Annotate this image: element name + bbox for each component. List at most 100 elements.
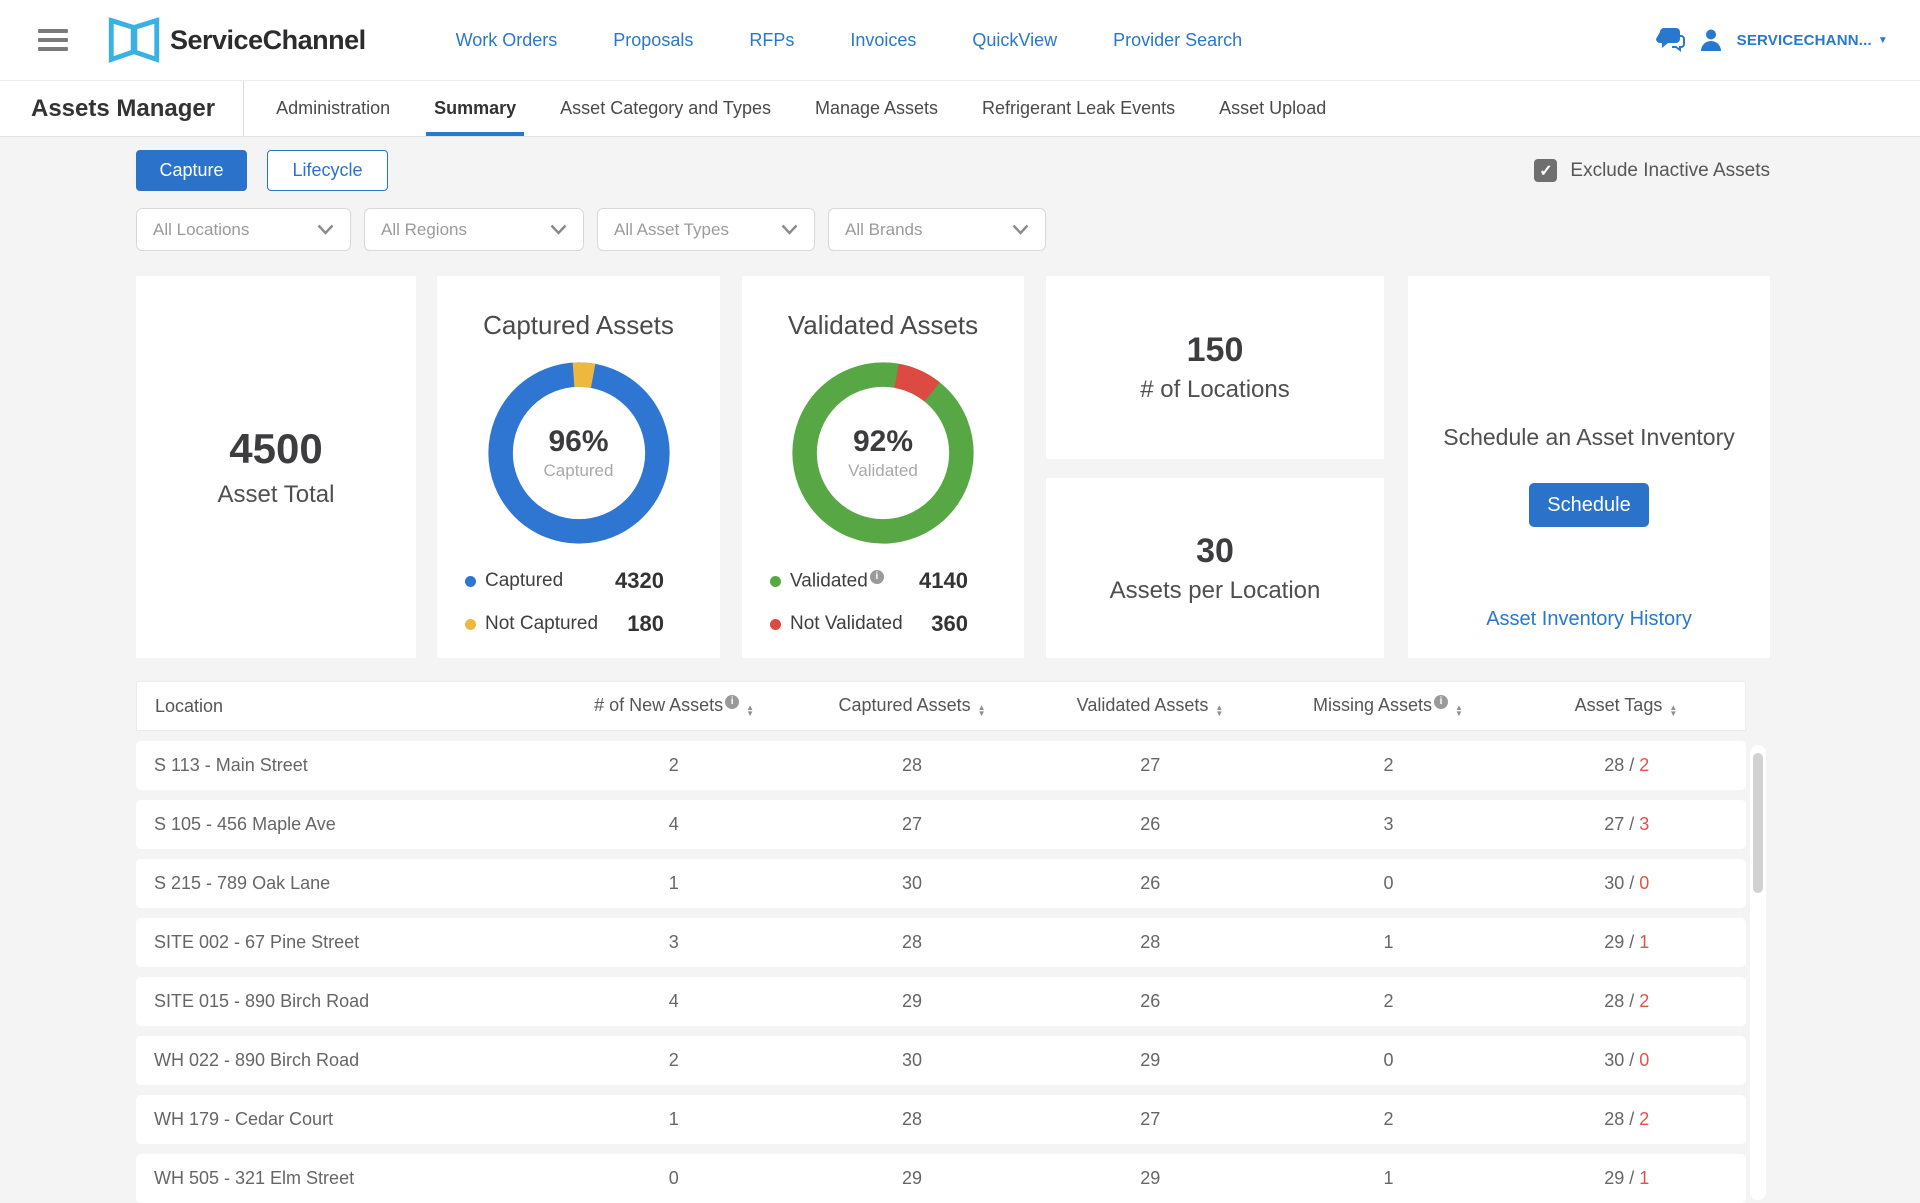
assets-per-location-value: 30 <box>1196 532 1234 571</box>
asset-inventory-history-link[interactable]: Asset Inventory History <box>1486 608 1692 631</box>
cell-captured-assets: 30 <box>793 873 1031 894</box>
assets-per-location-label: Assets per Location <box>1110 577 1321 605</box>
sort-icon[interactable]: ▲▼ <box>1455 705 1463 717</box>
nav-work-orders[interactable]: Work Orders <box>456 30 558 51</box>
cell-captured-assets: 28 <box>793 1109 1031 1130</box>
nav-provider-search[interactable]: Provider Search <box>1113 30 1242 51</box>
sort-icon[interactable]: ▲▼ <box>978 705 986 717</box>
locations-count-label: # of Locations <box>1140 376 1289 404</box>
table-row[interactable]: SITE 002 - 67 Pine Street 3 28 28 1 29 /… <box>136 918 1746 967</box>
filter-all-brands[interactable]: All Brands <box>828 208 1046 251</box>
column-header-missing-assets[interactable]: Missing Assetsi ▲▼ <box>1269 695 1507 717</box>
cell-location: S 105 - 456 Maple Ave <box>136 814 555 835</box>
cell-location: S 113 - Main Street <box>136 755 555 776</box>
tab-summary[interactable]: Summary <box>434 81 516 136</box>
table-row[interactable]: S 113 - Main Street 2 28 27 2 28 / 2 <box>136 741 1746 790</box>
table-row[interactable]: WH 179 - Cedar Court 1 28 27 2 28 / 2 <box>136 1095 1746 1144</box>
table-row[interactable]: S 105 - 456 Maple Ave 4 27 26 3 27 / 3 <box>136 800 1746 849</box>
table-scrollbar[interactable] <box>1750 745 1766 1200</box>
schedule-inventory-card: Schedule an Asset Inventory Schedule Ass… <box>1408 276 1770 658</box>
filter-label: All Brands <box>845 220 922 240</box>
column-header-captured-assets[interactable]: Captured Assets ▲▼ <box>793 695 1031 717</box>
cell-asset-tags: 29 / 1 <box>1508 932 1746 953</box>
legend-label: Not Validated <box>790 613 903 635</box>
column-label: Captured Assets <box>839 695 971 715</box>
info-icon[interactable]: i <box>870 570 884 584</box>
table-row[interactable]: SITE 015 - 890 Birch Road 4 29 26 2 28 /… <box>136 977 1746 1026</box>
legend-value: 4320 <box>615 568 664 594</box>
column-label: Asset Tags <box>1575 695 1663 715</box>
user-menu[interactable]: SERVICECHANN... ▼ <box>1737 32 1888 49</box>
legend-not-captured: Not Captured 180 <box>437 611 720 637</box>
sort-icon[interactable]: ▲▼ <box>1215 705 1223 717</box>
filter-all-regions[interactable]: All Regions <box>364 208 584 251</box>
servicechannel-logo-icon <box>108 17 160 63</box>
filter-all-asset-types[interactable]: All Asset Types <box>597 208 815 251</box>
chat-icon[interactable] <box>1656 28 1685 52</box>
validated-assets-card: Validated Assets 92% Validated Validated… <box>742 276 1024 658</box>
hamburger-menu-icon[interactable] <box>38 24 68 56</box>
tab-asset-upload[interactable]: Asset Upload <box>1219 81 1326 136</box>
chevron-down-icon <box>781 224 798 235</box>
lifecycle-button[interactable]: Lifecycle <box>267 150 388 191</box>
brand-logo[interactable]: ServiceChannel <box>108 17 366 63</box>
chevron-down-icon <box>550 224 567 235</box>
nav-proposals[interactable]: Proposals <box>613 30 693 51</box>
column-header-asset-tags[interactable]: Asset Tags ▲▼ <box>1507 695 1745 717</box>
cell-new-assets: 1 <box>555 1109 793 1130</box>
legend-validated: Validatedi 4140 <box>742 568 1024 594</box>
column-header-validated-assets[interactable]: Validated Assets▲▼ <box>1031 695 1269 717</box>
column-label: Missing Assets <box>1313 695 1432 715</box>
cell-asset-tags: 27 / 3 <box>1508 814 1746 835</box>
cell-missing-assets: 3 <box>1269 814 1507 835</box>
cell-missing-assets: 0 <box>1269 1050 1507 1071</box>
cell-new-assets: 3 <box>555 932 793 953</box>
user-icon[interactable] <box>1701 29 1721 51</box>
captured-percent-sub: Captured <box>544 461 614 481</box>
table-row[interactable]: WH 022 - 890 Birch Road 2 30 29 0 30 / 0 <box>136 1036 1746 1085</box>
cell-missing-assets: 1 <box>1269 1168 1507 1189</box>
filter-label: All Locations <box>153 220 249 240</box>
info-icon[interactable]: i <box>1434 695 1448 709</box>
sort-icon[interactable]: ▲▼ <box>1669 705 1677 717</box>
nav-quickview[interactable]: QuickView <box>972 30 1057 51</box>
schedule-button[interactable]: Schedule <box>1529 483 1649 527</box>
exclude-checkbox[interactable]: ✓ <box>1534 159 1557 182</box>
cell-asset-tags: 30 / 0 <box>1508 1050 1746 1071</box>
info-icon[interactable]: i <box>725 695 739 709</box>
subnav-tabs: Administration Summary Asset Category and … <box>276 81 1326 136</box>
exclude-inactive-assets-toggle[interactable]: ✓ Exclude Inactive Assets <box>1534 159 1770 182</box>
tab-asset-category-and-types[interactable]: Asset Category and Types <box>560 81 771 136</box>
cell-missing-assets: 1 <box>1269 932 1507 953</box>
cell-location: S 215 - 789 Oak Lane <box>136 873 555 894</box>
legend-value: 180 <box>627 611 664 637</box>
caret-down-icon: ▼ <box>1878 35 1888 46</box>
user-area: SERVICECHANN... ▼ <box>1656 28 1888 52</box>
column-header-of-new-assets[interactable]: # of New Assetsi▲▼ <box>555 695 793 717</box>
capture-button[interactable]: Capture <box>136 150 247 191</box>
scrollbar-thumb[interactable] <box>1753 753 1763 893</box>
table-row[interactable]: WH 505 - 321 Elm Street 0 29 29 1 29 / 1 <box>136 1154 1746 1203</box>
cell-asset-tags: 28 / 2 <box>1508 1109 1746 1130</box>
captured-card-title: Captured Assets <box>437 310 720 341</box>
column-label: Location <box>155 696 223 716</box>
cell-validated-assets: 26 <box>1031 814 1269 835</box>
validated-dot-icon <box>770 576 781 587</box>
sort-icon[interactable]: ▲▼ <box>746 705 754 717</box>
table-row[interactable]: S 215 - 789 Oak Lane 1 30 26 0 30 / 0 <box>136 859 1746 908</box>
legend-value: 4140 <box>919 568 968 594</box>
validated-card-title: Validated Assets <box>742 310 1024 341</box>
chevron-down-icon <box>1012 224 1029 235</box>
nav-invoices[interactable]: Invoices <box>850 30 916 51</box>
tab-manage-assets[interactable]: Manage Assets <box>815 81 938 136</box>
asset-total-value: 4500 <box>229 425 322 473</box>
nav-rfps[interactable]: RFPs <box>749 30 794 51</box>
tab-administration[interactable]: Administration <box>276 81 390 136</box>
filter-all-locations[interactable]: All Locations <box>136 208 351 251</box>
tab-refrigerant-leak-events[interactable]: Refrigerant Leak Events <box>982 81 1175 136</box>
filter-bar: All Locations All Regions All Asset Types A… <box>136 208 1046 251</box>
not-captured-dot-icon <box>465 619 476 630</box>
cell-captured-assets: 29 <box>793 1168 1031 1189</box>
cell-validated-assets: 29 <box>1031 1168 1269 1189</box>
cell-asset-tags: 30 / 0 <box>1508 873 1746 894</box>
